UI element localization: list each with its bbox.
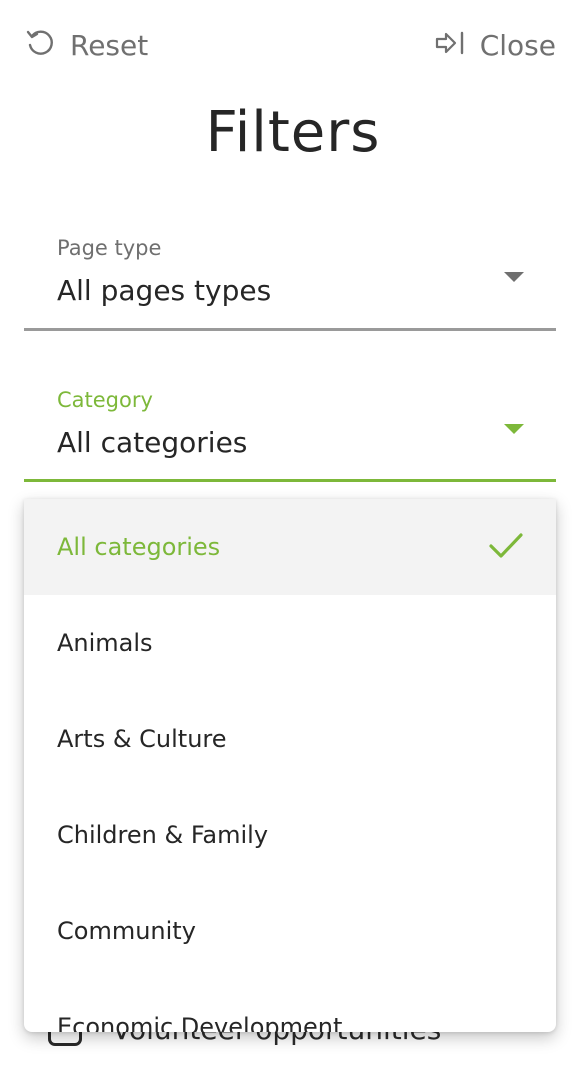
page-type-select[interactable]: Page type All pages types: [24, 230, 556, 332]
option-label: All categories: [57, 533, 221, 561]
option-label: Animals: [57, 629, 153, 657]
option-animals[interactable]: Animals: [24, 595, 556, 691]
option-label: Children & Family: [57, 821, 269, 849]
category-value: All categories: [57, 426, 248, 459]
option-label: Economic Development: [57, 1013, 343, 1032]
close-label: Close: [479, 28, 556, 62]
page-type-underline: [24, 328, 556, 331]
page-type-label: Page type: [57, 236, 162, 260]
reset-icon: [24, 27, 56, 63]
close-panel-icon: [434, 29, 466, 61]
option-children-family[interactable]: Children & Family: [24, 787, 556, 883]
caret-down-icon: [504, 424, 524, 434]
reset-button[interactable]: Reset: [24, 26, 148, 64]
filter-header: Reset Close: [0, 0, 586, 90]
option-label: Community: [57, 917, 196, 945]
close-button[interactable]: Close: [434, 26, 556, 64]
option-arts-culture[interactable]: Arts & Culture: [24, 691, 556, 787]
reset-label: Reset: [70, 28, 149, 62]
page-title: Filters: [205, 100, 381, 165]
option-economic-development[interactable]: Economic Development: [24, 979, 556, 1032]
category-dropdown-menu: All categories Animals Arts & Culture Ch…: [24, 499, 556, 1032]
category-underline: [24, 479, 556, 482]
option-all-categories[interactable]: All categories: [24, 499, 556, 595]
category-label: Category: [57, 388, 153, 412]
option-label: Arts & Culture: [57, 725, 227, 753]
check-icon: [488, 531, 524, 567]
page-type-value: All pages types: [57, 274, 272, 307]
option-community[interactable]: Community: [24, 883, 556, 979]
category-select[interactable]: Category All categories: [24, 382, 556, 484]
caret-down-icon: [504, 272, 524, 282]
